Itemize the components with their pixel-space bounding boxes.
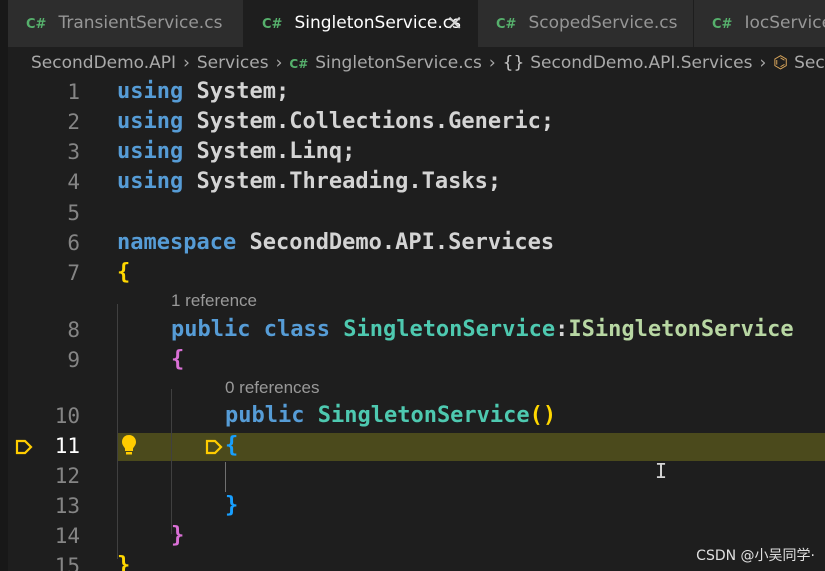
chevron-right-icon: › — [183, 53, 190, 73]
code-line-13: } — [225, 493, 239, 518]
line-number: 2 — [67, 110, 80, 134]
line-number: 3 — [67, 140, 80, 164]
code-line-3: using System.Linq; — [117, 139, 356, 164]
csharp-file-icon: C# — [289, 57, 309, 71]
line-number: 8 — [67, 318, 80, 342]
editor-tab-bar: C# TransientService.cs C# SingletonService… — [8, 0, 825, 47]
code-editor[interactable]: 1 2 3 4 5 6 7 8 9 10 11 12 13 14 15 usin… — [0, 79, 825, 571]
line-number: 15 — [54, 554, 80, 571]
indent-guide — [225, 462, 226, 492]
watermark: CSDN @小吴同学· — [696, 548, 815, 564]
breadcrumb-namespace[interactable]: SecondDemo.API.Services — [530, 53, 752, 73]
code-line-2: using System.Collections.Generic; — [117, 109, 555, 134]
debug-arrow-icon[interactable] — [14, 437, 34, 457]
csharp-file-icon: C# — [496, 17, 517, 32]
code-line-10: public SingletonService() — [225, 403, 557, 428]
code-line-9: { — [171, 347, 185, 372]
breadcrumb-project[interactable]: SecondDemo.API — [31, 53, 176, 73]
code-line-6: namespace SecondDemo.API.Services — [117, 230, 555, 255]
indent-guide — [117, 304, 118, 559]
class-icon: ⌬ — [773, 53, 789, 73]
codelens-references[interactable]: 1 reference — [171, 289, 257, 313]
code-line-14: } — [171, 523, 185, 548]
line-number: 12 — [54, 464, 80, 488]
line-number: 14 — [54, 524, 80, 548]
indent-guide — [171, 389, 172, 534]
breadcrumb-folder[interactable]: Services — [197, 53, 269, 73]
codelens-references[interactable]: 0 references — [225, 376, 320, 400]
code-line-7: { — [117, 260, 131, 285]
tab-ioc-service[interactable]: C# IocService1 — [694, 0, 825, 47]
execution-pointer-icon — [205, 439, 223, 455]
chevron-right-icon: › — [488, 53, 496, 73]
tab-label: ScopedService.cs — [528, 13, 678, 33]
tab-transient-service[interactable]: C# TransientService.cs — [8, 0, 244, 47]
line-number: 10 — [54, 404, 80, 428]
tab-singleton-service[interactable]: C# SingletonService.cs ✕ — [244, 0, 478, 47]
tab-scoped-service[interactable]: C# ScopedService.cs — [478, 0, 694, 47]
csharp-file-icon: C# — [26, 17, 47, 32]
tab-label: SingletonService.cs — [294, 13, 461, 33]
code-line-1: using System; — [117, 79, 290, 104]
tab-label: TransientService.cs — [58, 13, 223, 33]
code-line-8: public class SingletonService:ISingleton… — [171, 317, 794, 342]
chevron-right-icon: › — [759, 53, 767, 73]
lightbulb-icon[interactable] — [120, 433, 138, 457]
line-number: 4 — [67, 170, 80, 194]
code-line-11: { — [225, 433, 239, 458]
code-line-4: using System.Threading.Tasks; — [117, 169, 502, 194]
ibeam-cursor-icon: I — [655, 459, 668, 483]
line-number: 7 — [67, 261, 80, 285]
code-line-15: } — [117, 553, 131, 571]
tab-label: IocService1 — [744, 13, 825, 33]
breadcrumb-class[interactable]: SecondD — [794, 53, 825, 73]
csharp-file-icon: C# — [262, 17, 283, 32]
breadcrumb: SecondDemo.API › Services › C# SingletonServi… — [8, 47, 825, 79]
csharp-file-icon: C# — [712, 17, 733, 32]
line-number: 6 — [67, 231, 80, 255]
namespace-icon: {} — [502, 53, 525, 73]
line-number: 5 — [67, 201, 80, 225]
line-number: 1 — [67, 80, 80, 104]
line-number: 13 — [54, 494, 80, 518]
close-icon[interactable]: ✕ — [446, 0, 463, 47]
breadcrumb-file[interactable]: SingletonService.cs — [315, 53, 482, 73]
line-number: 9 — [67, 348, 80, 372]
line-number-current: 11 — [54, 434, 80, 458]
chevron-right-icon: › — [275, 53, 283, 73]
